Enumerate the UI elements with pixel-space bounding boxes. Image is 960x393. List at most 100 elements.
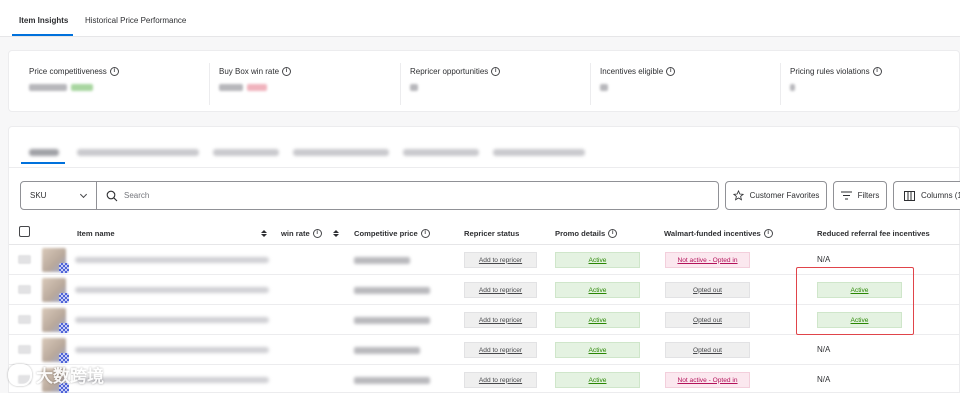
tab-item-insights[interactable]: Item Insights [19,16,68,25]
metric-label: Buy Box win rate [219,67,280,76]
info-icon[interactable]: i [608,229,618,238]
row-checkbox[interactable] [18,255,31,264]
columns-button[interactable]: Columns (11) [893,181,960,210]
info-icon[interactable]: i [109,67,119,76]
filters-label: Filters [857,191,880,200]
sub-tab-redacted[interactable] [213,149,279,156]
referral-fee-status: N/A [817,255,831,264]
row-checkbox[interactable] [18,315,31,324]
info-icon[interactable]: i [312,229,322,238]
metric-label: Pricing rules violations [790,67,870,76]
active-sub-tab-indicator [21,162,65,164]
promo-status[interactable]: Active [555,372,640,388]
tab-historical-price-performance[interactable]: Historical Price Performance [85,16,186,25]
sku-select[interactable]: SKU [20,181,97,210]
add-to-repricer-button[interactable]: Add to repricer [464,312,537,328]
competitive-price-redacted [354,257,410,264]
add-to-repricer-button[interactable]: Add to repricer [464,372,537,388]
add-to-repricer-button[interactable]: Add to repricer [464,252,537,268]
promo-status[interactable]: Active [555,312,640,328]
metric-value-redacted [790,84,882,91]
sub-tab-redacted[interactable] [403,149,479,156]
metric-value-redacted [29,84,119,91]
walmart-funded-status[interactable]: Opted out [665,342,750,358]
column-promo-details[interactable]: Promo details i [555,229,618,238]
column-item-name[interactable]: Item name [77,229,267,238]
metric-price-competitiveness[interactable]: Price competitiveness i [29,67,119,103]
column-competitive-price[interactable]: Competitive price i [354,229,430,238]
metric-value-redacted [600,84,675,91]
sub-tab-redacted[interactable] [493,149,585,156]
divider [400,63,401,105]
walmart-funded-status[interactable]: Opted out [665,282,750,298]
sort-icon[interactable] [332,230,339,237]
item-name-redacted[interactable] [75,347,269,353]
sub-tab-redacted[interactable] [293,149,389,156]
item-name-redacted[interactable] [75,317,269,323]
sort-icon[interactable] [261,230,267,237]
metric-incentives-eligible[interactable]: Incentives eligible i [600,67,676,103]
column-label: Promo details [555,229,606,238]
filters-button[interactable]: Filters [833,181,887,210]
info-icon[interactable]: i [872,67,882,76]
promo-status[interactable]: Active [555,252,640,268]
metric-label: Repricer opportunities [410,67,489,76]
walmart-funded-status[interactable]: Not active - Opted in [665,372,750,388]
info-icon[interactable]: i [666,67,676,76]
walmart-funded-status[interactable]: Not active - Opted in [665,252,750,268]
item-name-redacted[interactable] [75,377,269,383]
sub-tab-redacted[interactable] [77,149,199,156]
metric-repricer-opportunities[interactable]: Repricer opportunities i [410,67,501,103]
metric-pricing-rules-violations[interactable]: Pricing rules violations i [790,67,882,103]
item-name-redacted[interactable] [75,287,269,293]
table-row[interactable]: Add to repricer Active Opted out N/A [9,335,960,365]
add-to-repricer-button[interactable]: Add to repricer [464,342,537,358]
competitive-price-redacted [354,347,420,354]
table-row[interactable]: Add to repricer Active Not active - Opte… [9,365,960,393]
table-header: Item name win rate i Competitive price i… [9,221,960,245]
column-label: Item name [77,229,115,238]
top-tabs: Item Insights Historical Price Performan… [0,0,960,37]
divider [209,63,210,105]
columns-icon [904,190,915,201]
competitive-price-redacted [354,317,430,324]
select-all-checkbox[interactable] [19,226,30,237]
sub-tab-redacted[interactable] [29,149,59,156]
metric-label: Price competitiveness [29,67,107,76]
divider [780,63,781,105]
info-icon[interactable]: i [282,67,292,76]
active-tab-indicator [12,34,73,36]
search-box[interactable] [96,181,719,210]
add-to-repricer-button[interactable]: Add to repricer [464,282,537,298]
badge-icon [59,263,69,273]
promo-status[interactable]: Active [555,282,640,298]
item-name-redacted[interactable] [75,257,269,263]
row-checkbox[interactable] [18,345,31,354]
filter-icon [840,191,852,200]
metric-value-redacted [410,84,500,91]
info-icon[interactable]: i [420,229,430,238]
column-label: Walmart-funded incentives [664,229,761,238]
divider [9,167,960,168]
walmart-funded-status[interactable]: Opted out [665,312,750,328]
column-label: Reduced referral fee incentives [817,229,930,238]
column-repricer-status: Repricer status [464,229,519,238]
customer-favorites-button[interactable]: Customer Favorites [725,181,827,210]
search-input[interactable] [124,191,684,200]
competitive-price-redacted [354,287,430,294]
column-win-rate[interactable]: win rate i [281,229,339,238]
row-checkbox[interactable] [18,285,31,294]
column-label: win rate [281,229,310,238]
items-card: SKU Customer Favorites Filters Columns (… [8,126,960,393]
info-icon[interactable]: i [491,67,501,76]
info-icon[interactable]: i [763,229,773,238]
promo-status[interactable]: Active [555,342,640,358]
divider [590,63,591,105]
watermark-logo-icon [8,363,32,386]
column-walmart-funded-incentives[interactable]: Walmart-funded incentives i [664,229,773,238]
watermark: 大数跨境 [8,362,104,387]
metric-buy-box-win-rate[interactable]: Buy Box win rate i [219,67,292,103]
search-icon [106,190,118,201]
competitive-price-redacted [354,377,430,384]
metric-label: Incentives eligible [600,67,664,76]
